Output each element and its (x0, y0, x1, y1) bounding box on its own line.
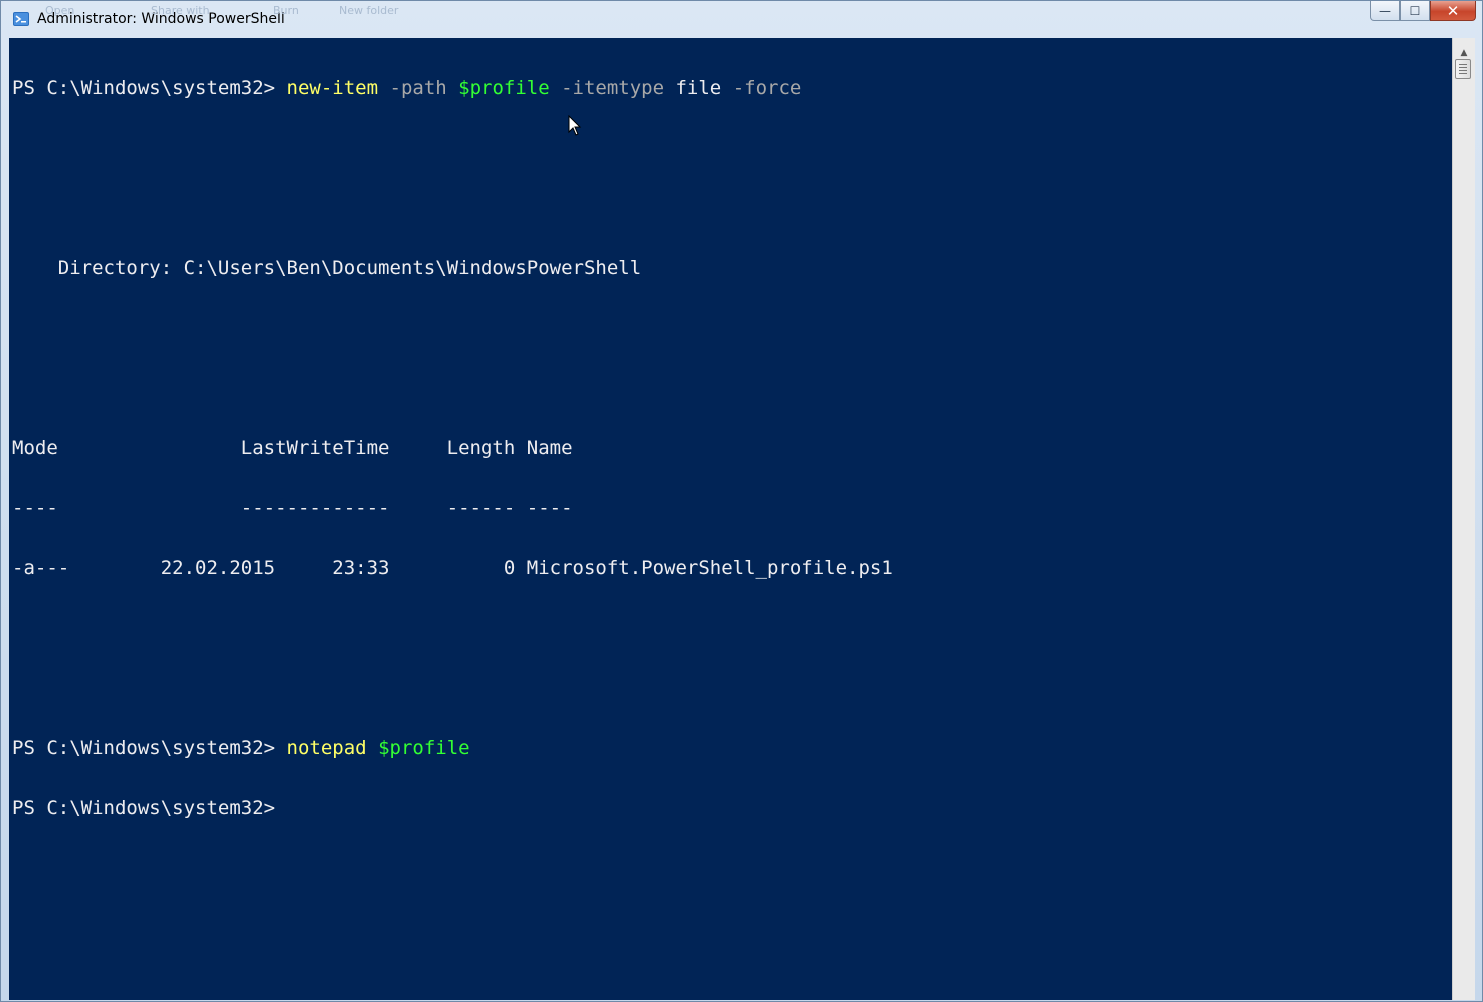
variable-token: $profile (366, 737, 470, 759)
title-bar[interactable]: Administrator: Windows PowerShell Open S… (1, 1, 1482, 38)
command-token: new-item (286, 77, 379, 99)
parameter-token: -force (721, 77, 802, 99)
command-token: notepad (286, 737, 367, 759)
console-line-command-notepad: PS C:\Windows\system32> notepad $profile (12, 738, 893, 758)
scroll-up-button[interactable]: ▲ (1453, 38, 1475, 58)
close-button[interactable]: ✕ (1430, 1, 1476, 21)
caption-buttons: — ☐ ✕ (1370, 1, 1476, 23)
console-line-current-prompt[interactable]: PS C:\Windows\system32> (12, 798, 893, 818)
ghost-toolbar-burn: Burn (273, 4, 299, 17)
minimize-icon: — (1379, 3, 1391, 18)
prompt: PS C:\Windows\system32> (12, 797, 276, 819)
close-icon: ✕ (1446, 1, 1460, 20)
powershell-window: Administrator: Windows PowerShell Open S… (0, 0, 1483, 1002)
maximize-icon: ☐ (1409, 3, 1421, 18)
parameter-token: -itemtype (549, 77, 665, 99)
powershell-icon (13, 12, 29, 26)
ghost-toolbar-open: Open (45, 4, 75, 17)
ghost-toolbar-share: Share with (151, 4, 210, 17)
prompt: PS C:\Windows\system32> (12, 77, 287, 99)
arrow-up-icon: ▲ (1460, 48, 1468, 58)
console-output: PS C:\Windows\system32> new-item -path $… (12, 38, 893, 858)
minimize-button[interactable]: — (1370, 1, 1400, 21)
console-area[interactable]: PS C:\Windows\system32> new-item -path $… (9, 38, 1452, 1000)
table-row: -a--- 22.02.2015 23:33 0 Microsoft.Power… (12, 557, 893, 579)
console-line-command-new-item: PS C:\Windows\system32> new-item -path $… (12, 78, 893, 98)
ghost-toolbar-new-folder: New folder (339, 4, 399, 17)
directory-line: Directory: C:\Users\Ben\Documents\Window… (12, 257, 642, 279)
mouse-pointer-icon (568, 115, 582, 136)
parameter-token: -path (378, 77, 447, 99)
prompt: PS C:\Windows\system32> (12, 737, 287, 759)
vertical-scrollbar[interactable]: ▲ (1452, 38, 1475, 1000)
maximize-button[interactable]: ☐ (1400, 1, 1430, 21)
table-separator: ---- ------------- ------ ---- (12, 497, 573, 519)
argument-token: file (664, 77, 722, 99)
table-header: Mode LastWriteTime Length Name (12, 437, 573, 459)
variable-token: $profile (446, 77, 550, 99)
scroll-thumb[interactable] (1455, 59, 1471, 79)
